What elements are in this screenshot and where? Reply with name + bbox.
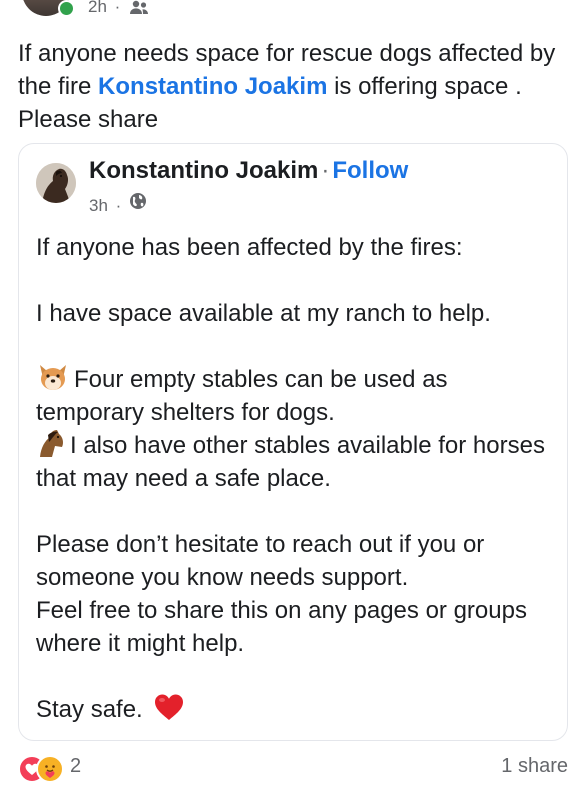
body-line-with-emoji: I also have other stables available for … bbox=[36, 429, 556, 495]
post-header: 2h · bbox=[0, 0, 571, 17]
post-message: If anyone needs space for rescue dogs af… bbox=[18, 37, 568, 136]
reaction-count: 2 bbox=[70, 755, 82, 777]
body-line: Feel free to share this on any pages or … bbox=[36, 597, 527, 657]
body-text: I also have other stables available for … bbox=[36, 432, 545, 492]
follow-button[interactable]: Follow bbox=[332, 157, 408, 184]
online-status-dot bbox=[58, 0, 75, 17]
body-text: Four empty stables can be used as tempor… bbox=[36, 366, 448, 426]
horse-face-icon bbox=[40, 430, 63, 457]
dog-face-icon bbox=[40, 365, 66, 390]
shared-author-line: Konstantino Joakim · Follow bbox=[89, 157, 408, 185]
globe-icon bbox=[130, 193, 147, 209]
post-time[interactable]: 2h bbox=[88, 0, 107, 17]
share-count[interactable]: 1 share bbox=[501, 755, 568, 778]
shared-author-avatar[interactable] bbox=[36, 163, 76, 203]
body-line: I have space available at my ranch to he… bbox=[36, 300, 491, 327]
name-separator: · bbox=[321, 157, 330, 184]
mention-link[interactable]: Konstantino Joakim bbox=[98, 73, 327, 100]
body-line: Please don’t hesitate to reach out if yo… bbox=[36, 531, 485, 591]
shared-post-time[interactable]: 3h bbox=[89, 196, 108, 216]
shared-post-meta: 3h · bbox=[89, 192, 147, 216]
horse-photo-icon bbox=[36, 163, 76, 203]
shared-author-name[interactable]: Konstantino Joakim bbox=[89, 157, 318, 184]
body-line-with-emoji: Four empty stables can be used as tempor… bbox=[36, 363, 556, 429]
red-heart-icon bbox=[155, 694, 184, 720]
meta-separator: · bbox=[115, 195, 122, 215]
body-line: If anyone has been affected by the fires… bbox=[36, 234, 463, 261]
friends-icon bbox=[130, 0, 149, 14]
meta-separator: · bbox=[114, 0, 121, 16]
post-meta: 2h · bbox=[88, 0, 149, 17]
shared-post-body: If anyone has been affected by the fires… bbox=[36, 231, 556, 726]
shared-post-card[interactable]: Konstantino Joakim · Follow 3h · If anyone… bbox=[18, 143, 568, 741]
care-reaction-icon bbox=[36, 755, 64, 783]
body-text: Stay safe. bbox=[36, 696, 143, 723]
body-line-with-emoji: Stay safe. bbox=[36, 693, 556, 726]
